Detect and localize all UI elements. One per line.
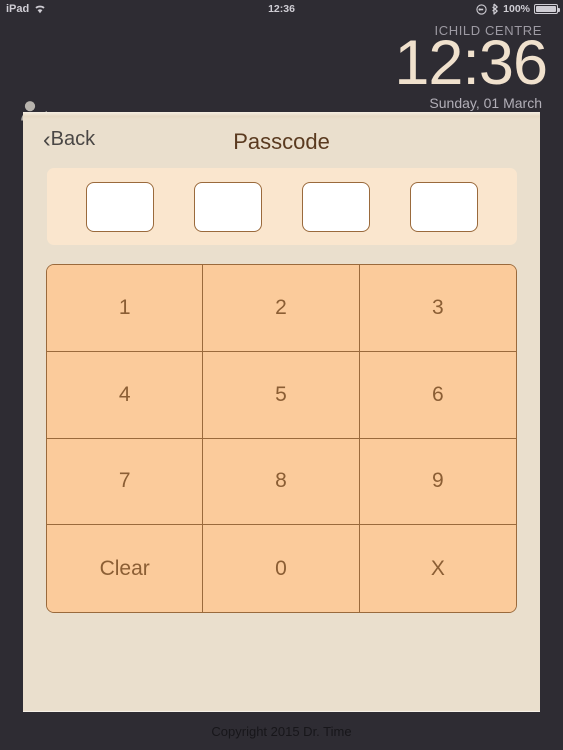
rotation-lock-icon xyxy=(476,3,487,15)
bluetooth-icon xyxy=(491,3,499,15)
page-title: Passcode xyxy=(233,129,330,154)
ipad-lockscreen-passcode: iPad 12:36 100% ICHILD CENTRE 12:36 Sund… xyxy=(0,0,563,750)
passcode-digit-3[interactable] xyxy=(302,181,370,232)
passcode-digit-1[interactable] xyxy=(86,181,154,232)
ios-status-bar: iPad 12:36 100% xyxy=(0,0,563,18)
passcode-digit-2[interactable] xyxy=(194,181,262,232)
status-bar-right: 100% xyxy=(476,3,560,15)
battery-percent-label: 100% xyxy=(503,3,530,15)
key-clear[interactable]: Clear xyxy=(47,525,204,612)
key-8[interactable]: 8 xyxy=(203,438,360,526)
key-1[interactable]: 1 xyxy=(47,265,204,352)
key-3[interactable]: 3 xyxy=(359,265,516,352)
lockscreen-header: ICHILD CENTRE 12:36 Sunday, 01 March › xyxy=(0,18,563,121)
key-9[interactable]: 9 xyxy=(359,438,516,526)
key-7[interactable]: 7 xyxy=(47,438,204,526)
passcode-digit-row xyxy=(47,168,517,245)
key-2[interactable]: 2 xyxy=(203,265,360,352)
key-4[interactable]: 4 xyxy=(47,351,204,439)
battery-full-icon xyxy=(534,4,560,14)
passcode-field-container xyxy=(47,168,517,245)
large-clock: 12:36 xyxy=(394,28,548,98)
numeric-keypad: 1 2 3 4 5 6 7 8 9 Clear 0 X xyxy=(46,264,517,613)
navigation-bar: ‹ Back Passcode xyxy=(23,119,540,163)
key-6[interactable]: 6 xyxy=(359,351,516,439)
clock-date: Sunday, 01 March xyxy=(429,95,542,111)
key-0[interactable]: 0 xyxy=(203,525,360,612)
panel-top-highlight xyxy=(23,112,540,119)
key-delete[interactable]: X xyxy=(359,525,516,612)
passcode-panel: ‹ Back Passcode 1 2 3 4 5 6 7 8 9 Clear … xyxy=(23,112,540,712)
passcode-digit-4[interactable] xyxy=(410,181,478,232)
footer-copyright: Copyright 2015 Dr. Time xyxy=(211,723,352,739)
key-5[interactable]: 5 xyxy=(203,351,360,439)
